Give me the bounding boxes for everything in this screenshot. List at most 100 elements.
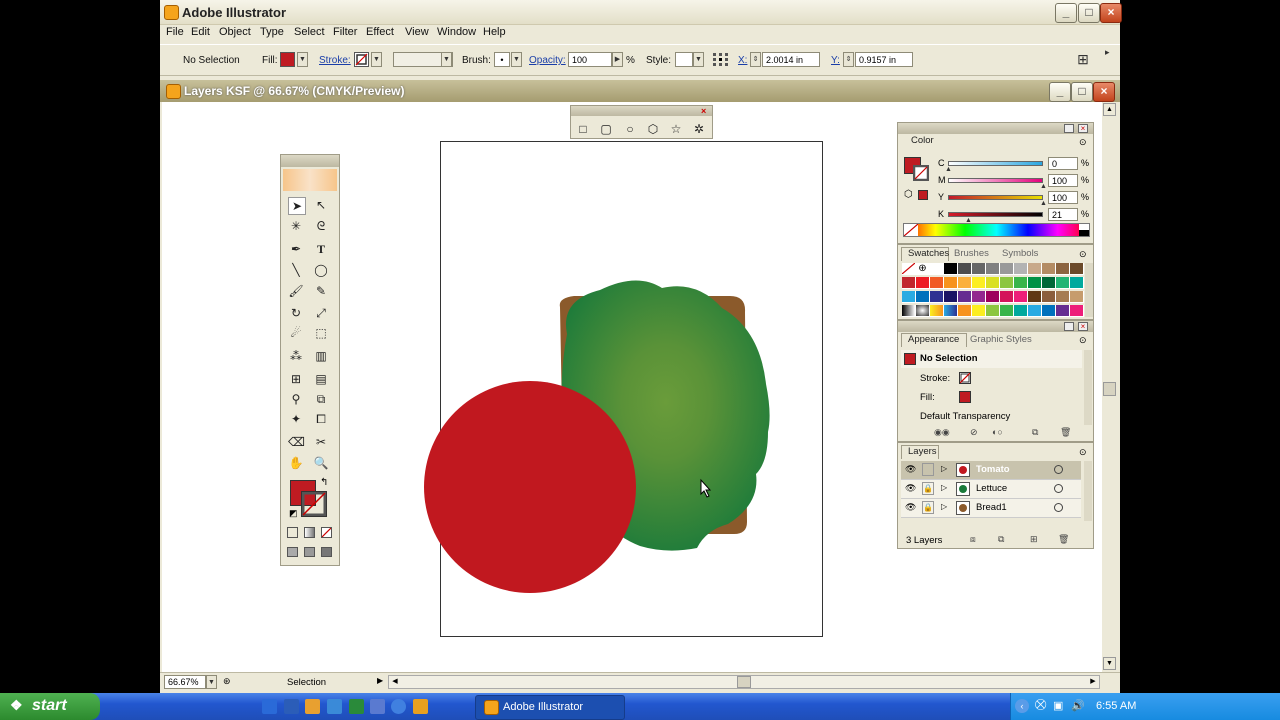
transform-panel-icon[interactable]: ⊞ [1073, 51, 1093, 69]
standard-screen-mode-icon[interactable] [287, 547, 298, 557]
swatch[interactable] [916, 291, 930, 303]
gradient-mode-icon[interactable] [304, 527, 315, 538]
excel-quicklaunch-icon[interactable] [349, 699, 364, 714]
volume-tray-icon[interactable]: 🔊 [1071, 699, 1085, 712]
stroke-weight-dropdown[interactable]: ▼ [441, 52, 452, 67]
fill-dropdown[interactable]: ▼ [297, 52, 308, 67]
swatch[interactable] [1000, 277, 1014, 289]
zoom-tool-icon[interactable]: 🔍 [313, 455, 329, 471]
blend-tool-icon[interactable]: ⧉ [313, 391, 329, 407]
gamut-color-box[interactable] [918, 190, 928, 200]
menu-select[interactable]: Select [294, 26, 325, 38]
menu-file[interactable]: File [166, 26, 184, 38]
full-screen-menu-mode-icon[interactable] [304, 547, 315, 557]
type-tool-icon[interactable]: T [313, 241, 329, 257]
swatch[interactable] [958, 277, 972, 289]
scale-tool-icon[interactable]: ⤢ [313, 305, 329, 321]
swatch[interactable] [972, 263, 986, 275]
slider-thumb-icon[interactable]: ▲ [945, 166, 952, 173]
new-art-basic-icon[interactable]: ◐○ [992, 427, 1003, 437]
shapes-panel-close-icon[interactable]: × [701, 106, 706, 116]
magic-wand-tool-icon[interactable]: ✳ [288, 218, 304, 234]
swatch[interactable] [1000, 263, 1014, 275]
paintbrush-tool-icon[interactable]: 🖌 [288, 283, 304, 299]
tab-brushes[interactable]: Brushes [954, 248, 989, 259]
visibility-eye-icon[interactable]: 👁 [905, 502, 916, 513]
swatch[interactable] [972, 277, 986, 289]
color-panel-close-icon[interactable]: × [1078, 124, 1088, 133]
expand-triangle-icon[interactable]: ▷ [941, 502, 947, 511]
menu-type[interactable]: Type [260, 26, 284, 38]
status-menu-icon[interactable]: ▶ [377, 676, 383, 685]
menu-view[interactable]: View [405, 26, 429, 38]
scroll-right-icon[interactable]: ▶ [1087, 676, 1099, 688]
style-dropdown[interactable]: ▼ [693, 52, 704, 67]
swatch[interactable] [1028, 291, 1042, 303]
delete-layer-icon[interactable]: 🗑 [1058, 534, 1069, 545]
color-stroke-box[interactable] [912, 164, 930, 182]
swatch[interactable] [930, 277, 944, 289]
swatch[interactable] [902, 291, 916, 303]
symbol-sprayer-tool-icon[interactable]: ⁂ [288, 348, 304, 364]
tab-symbols[interactable]: Symbols [1002, 248, 1038, 259]
adobe-online-icon[interactable] [283, 169, 337, 191]
swatch[interactable] [916, 305, 930, 317]
appearance-fill-row[interactable]: Fill: [901, 388, 1082, 406]
color-panel-menu-icon[interactable]: ⊙ [1079, 137, 1087, 148]
canvas-area[interactable]: × □ ▢ ○ ⬡ ☆ ✲ ➤ ↖ ✳ ᘓ ✒ T ╲ ◯ 🖌 ✎ ↻ ⤢ ☄ … [162, 102, 1102, 672]
mesh-tool-icon[interactable]: ⊞ [288, 371, 304, 387]
target-circle-icon[interactable] [1054, 465, 1063, 474]
none-mode-icon[interactable] [321, 527, 332, 538]
swatch[interactable] [986, 277, 1000, 289]
minimize-button[interactable]: _ [1055, 3, 1077, 23]
channel-slider[interactable] [948, 178, 1043, 183]
swatch[interactable] [902, 277, 916, 289]
x-label[interactable]: X: [738, 55, 747, 66]
scroll-down-icon[interactable]: ▼ [1103, 657, 1116, 670]
start-button[interactable]: ❖ start [0, 693, 100, 720]
ellipse-tool-icon[interactable]: ◯ [313, 262, 329, 278]
visibility-eye-icon[interactable]: 👁 [905, 464, 916, 475]
scroll-left-icon[interactable]: ◀ [389, 676, 401, 688]
slice-tool-icon[interactable]: ⧠ [313, 411, 329, 427]
target-circle-icon[interactable] [1054, 503, 1063, 512]
opacity-stepper[interactable]: ▶ [612, 52, 623, 67]
visibility-eye-icon[interactable]: 👁 [905, 483, 916, 494]
ellipse-tool-icon[interactable]: ○ [622, 121, 638, 137]
network-tray-icon[interactable]: ⛒ [1035, 699, 1046, 712]
swatch[interactable] [1028, 305, 1042, 317]
swatch[interactable] [1028, 263, 1042, 275]
vertical-scroll-thumb[interactable] [1103, 382, 1116, 396]
swatch[interactable] [1056, 263, 1070, 275]
appearance-transparency-row[interactable]: Default Transparency [901, 407, 1082, 425]
swatch[interactable] [972, 305, 986, 317]
spectrum-black-swatch[interactable] [1079, 230, 1089, 236]
color-spectrum-bar[interactable] [903, 223, 1090, 237]
opacity-field[interactable]: 100 [568, 52, 612, 67]
rectangle-tool-icon[interactable]: □ [575, 121, 591, 137]
lock-icon[interactable]: 🔒 [922, 501, 934, 514]
swatch[interactable] [972, 291, 986, 303]
star-tool-icon[interactable]: ☆ [668, 121, 684, 137]
horizontal-scrollbar[interactable]: ◀ ▶ [388, 675, 1100, 689]
horizontal-scroll-thumb[interactable] [737, 676, 751, 688]
media-quicklaunch-icon[interactable] [391, 699, 406, 714]
appearance-scrollbar[interactable] [1084, 350, 1092, 425]
doc-close-button[interactable]: × [1093, 82, 1115, 102]
selection-tool-icon[interactable]: ➤ [288, 197, 306, 215]
create-layer-icon[interactable]: ⊞ [1030, 534, 1038, 545]
layer-row-lettuce[interactable]: 👁 🔒 ▷ Lettuce [901, 480, 1081, 499]
swatch[interactable] [986, 291, 1000, 303]
swatch[interactable] [986, 263, 1000, 275]
swatch[interactable] [1014, 305, 1028, 317]
ie-quicklaunch-icon[interactable] [262, 699, 277, 714]
swatch[interactable] [930, 305, 944, 317]
channel-slider[interactable] [948, 161, 1043, 166]
appearance-stroke-row[interactable]: Stroke: [901, 369, 1082, 387]
appearance-panel-minimize-icon[interactable] [1064, 322, 1074, 331]
brush-preview[interactable]: • [494, 52, 510, 67]
swatch[interactable] [901, 262, 916, 275]
scissors-tool-icon[interactable]: ✂ [313, 434, 329, 450]
swatch[interactable] [1042, 305, 1056, 317]
stroke-swatch[interactable] [354, 52, 369, 67]
